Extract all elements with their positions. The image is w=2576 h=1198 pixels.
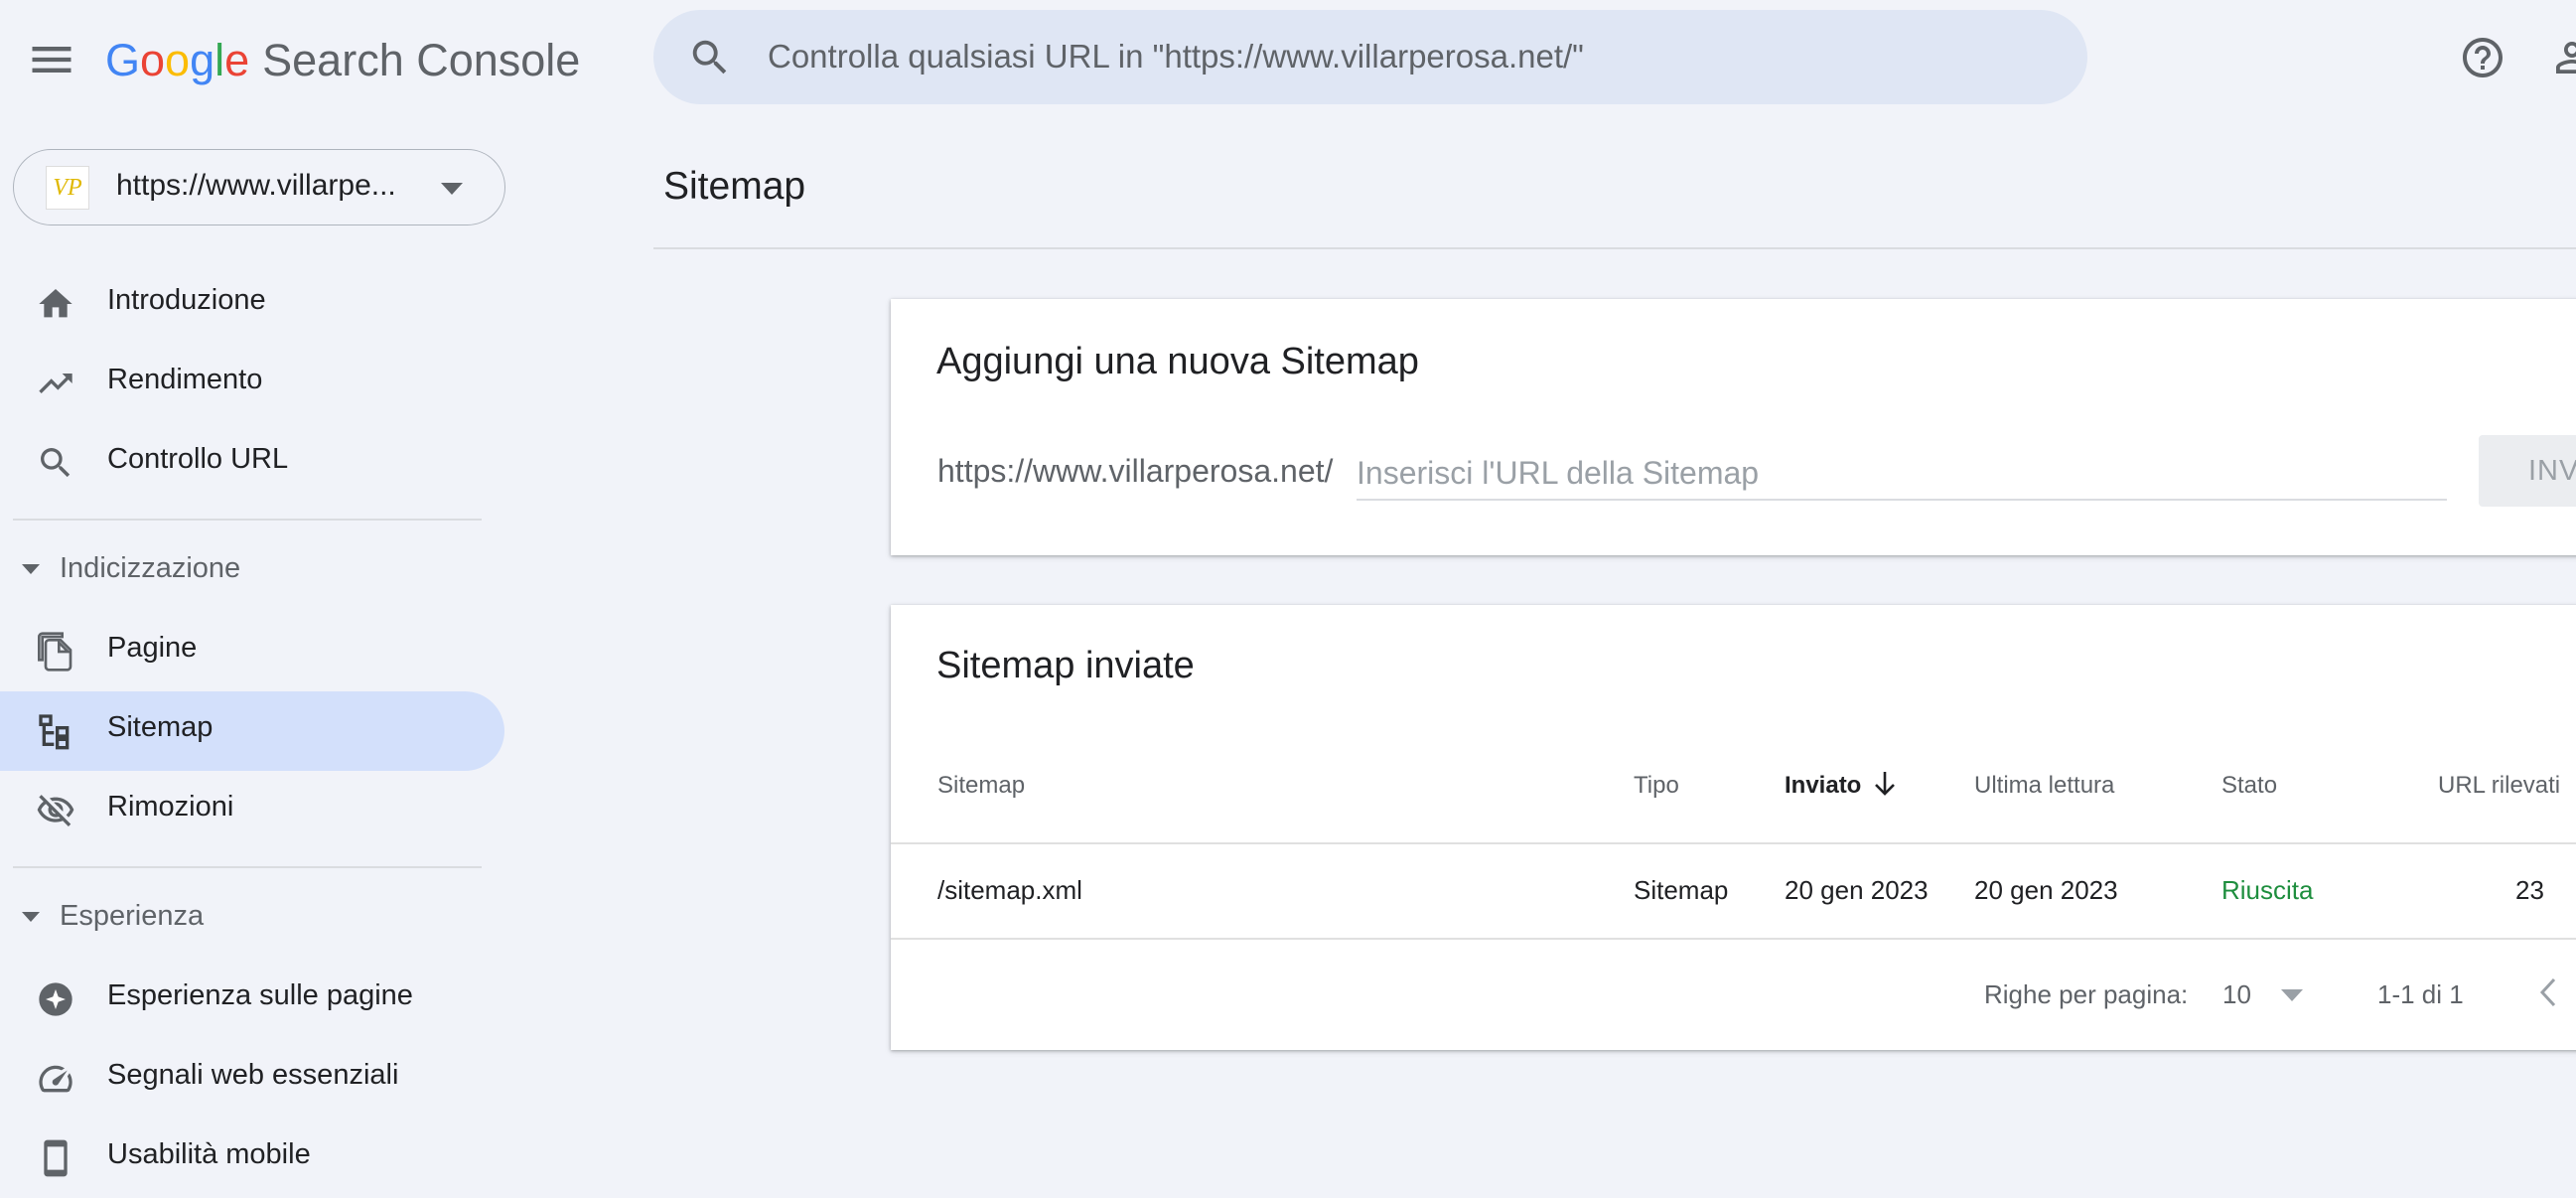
- column-header-tipo[interactable]: Tipo: [1634, 772, 1679, 800]
- nav-label: Rimozioni: [107, 791, 234, 823]
- pages-icon: [36, 632, 75, 672]
- nav-label: Usabilità mobile: [107, 1138, 311, 1170]
- account-icon[interactable]: [2548, 34, 2576, 81]
- caret-down-icon: [22, 912, 40, 922]
- logo-letter: e: [224, 35, 250, 85]
- section-esperienza[interactable]: Esperienza: [0, 890, 397, 950]
- submitted-sitemaps-card: Sitemap inviate: [891, 605, 2576, 1050]
- search-icon: [36, 443, 75, 483]
- table-row-divider: [891, 938, 2576, 940]
- url-inspection-input[interactable]: [768, 26, 1959, 87]
- column-header-sitemap[interactable]: Sitemap: [937, 772, 1025, 800]
- page-experience-icon: [36, 979, 75, 1019]
- logo-letter: g: [190, 35, 215, 85]
- home-icon: [36, 284, 75, 324]
- help-icon[interactable]: [2459, 34, 2506, 81]
- pagination-range: 1-1 di 1: [2377, 979, 2464, 1009]
- sort-descending-icon[interactable]: [1873, 770, 1897, 798]
- logo-letter: l: [215, 35, 225, 85]
- sitemap-url-input[interactable]: [1357, 447, 2447, 501]
- nav-item-rendimento[interactable]: Rendimento: [0, 344, 504, 423]
- speed-gauge-icon: [36, 1059, 75, 1099]
- status-badge: Riuscita: [2221, 875, 2314, 905]
- nav-item-sitemap[interactable]: Sitemap: [0, 691, 504, 771]
- add-sitemap-title: Aggiungi una nuova Sitemap: [936, 341, 1419, 382]
- main-menu-icon[interactable]: [26, 34, 77, 85]
- table-header-divider: [891, 842, 2576, 844]
- nav-item-segnali-web[interactable]: Segnali web essenziali: [0, 1039, 504, 1119]
- chevron-left-icon[interactable]: [2538, 975, 2560, 1009]
- product-name: Search Console: [262, 35, 581, 85]
- nav-label: Introduzione: [107, 284, 266, 316]
- nav-label: Pagine: [107, 632, 198, 664]
- column-header-url-rilevati[interactable]: URL rilevati: [2438, 772, 2560, 800]
- logo-letter: G: [105, 35, 141, 85]
- column-header-inviato[interactable]: Inviato: [1785, 772, 1861, 800]
- rows-per-page-label: Righe per pagina:: [1984, 979, 2189, 1009]
- logo-letter: o: [165, 35, 191, 85]
- nav-label: Controllo URL: [107, 443, 289, 475]
- column-header-stato[interactable]: Stato: [2221, 772, 2277, 800]
- section-label: Indicizzazione: [60, 552, 241, 584]
- sitemap-icon: [36, 711, 75, 751]
- table-cell-url-rilevati: 23: [2515, 875, 2544, 905]
- page-title: Sitemap: [663, 165, 806, 208]
- caret-down-icon[interactable]: [2281, 989, 2303, 1001]
- nav-item-usabilita-mobile[interactable]: Usabilità mobile: [0, 1119, 504, 1198]
- rows-per-page-select[interactable]: 10: [2222, 979, 2251, 1010]
- caret-down-icon: [22, 564, 40, 574]
- section-indicizzazione[interactable]: Indicizzazione: [0, 542, 397, 602]
- nav-label: Segnali web essenziali: [107, 1059, 399, 1091]
- google-search-console-logo[interactable]: Go o g l e Search Console: [105, 30, 580, 91]
- title-divider: [653, 247, 2576, 249]
- nav-label: Sitemap: [107, 711, 214, 743]
- table-cell-ultima-lettura: 20 gen 2023: [1974, 875, 2118, 905]
- nav-divider: [13, 866, 482, 868]
- nav-item-pagine[interactable]: Pagine: [0, 612, 504, 691]
- property-favicon: VP: [46, 166, 89, 210]
- nav-label: Esperienza sulle pagine: [107, 979, 413, 1011]
- sitemap-url-prefix: https://www.villarperosa.net/: [937, 453, 1334, 489]
- visibility-off-icon: [36, 791, 75, 830]
- nav-divider: [13, 519, 482, 521]
- table-cell-tipo: Sitemap: [1634, 875, 1729, 905]
- nav-label: Rendimento: [107, 364, 263, 395]
- table-cell-inviato: 20 gen 2023: [1785, 875, 1929, 905]
- nav-item-controllo-url[interactable]: Controllo URL: [0, 423, 504, 503]
- submit-sitemap-button[interactable]: INVIA: [2479, 435, 2576, 507]
- section-label: Esperienza: [60, 900, 205, 932]
- logo-letter: o: [140, 35, 166, 85]
- caret-down-icon: [441, 183, 463, 195]
- nav-item-rimozioni[interactable]: Rimozioni: [0, 771, 504, 850]
- nav-item-esperienza-pagine[interactable]: Esperienza sulle pagine: [0, 960, 504, 1039]
- nav-item-introduzione[interactable]: Introduzione: [0, 264, 504, 344]
- search-icon[interactable]: [687, 35, 733, 80]
- property-selector-label: https://www.villarpe...: [116, 169, 396, 202]
- add-sitemap-card: Aggiungi una nuova Sitemap: [891, 299, 2576, 555]
- trending-up-icon: [36, 364, 75, 403]
- column-header-ultima-lettura[interactable]: Ultima lettura: [1974, 772, 2114, 800]
- table-cell-sitemap[interactable]: /sitemap.xml: [937, 875, 1082, 906]
- submitted-sitemaps-title: Sitemap inviate: [936, 645, 1195, 686]
- smartphone-icon: [36, 1138, 75, 1178]
